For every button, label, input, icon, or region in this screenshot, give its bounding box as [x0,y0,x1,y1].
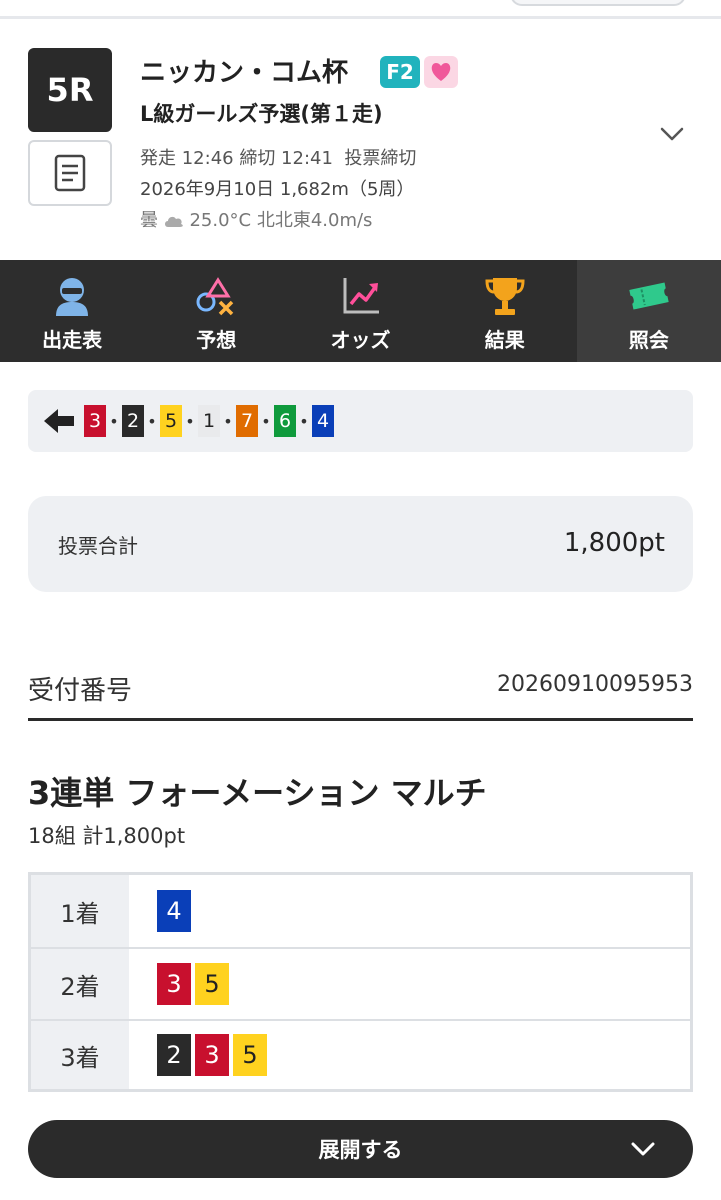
finish-order-strip: 3 • 2 • 5 • 1 • 7 • 6 • 4 [28,390,693,452]
vote-total-value: 1,800pt [563,528,665,558]
odds-chart-icon [339,274,383,318]
chevron-down-icon[interactable] [658,120,686,148]
weather-detail: 25.0°C 北北東4.0m/s [189,210,373,231]
finish-box-5: 7 [236,405,258,437]
race-date-distance: 2026年9月10日 1,682m（5周） [140,179,415,200]
start-deadline: 発走 12:46 締切 12:41 [140,148,333,169]
bet-number-box: 5 [233,1034,267,1076]
document-icon [54,154,86,192]
place-selections: 4 [129,875,690,947]
finish-box-7: 4 [312,405,334,437]
tab-entries[interactable]: 出走表 [0,260,144,362]
finish-box-4: 1 [198,405,220,437]
separator-dot: • [223,411,233,431]
tab-odds[interactable]: オッズ [288,260,432,362]
arrow-left-icon [44,409,74,433]
separator-dot: • [261,411,271,431]
bet-number-box: 3 [195,1034,229,1076]
race-subtitle: L級ガールズ予選(第１走) [140,102,383,126]
finish-box-3: 5 [160,405,182,437]
bet-type-title: 3連単 フォーメーション マルチ [28,774,487,812]
top-divider [0,16,721,19]
bet-number-box: 2 [157,1034,191,1076]
bet-formation-table: 1着 4 2着 3 5 3着 2 3 5 [28,872,693,1092]
chevron-down-icon [631,1142,655,1156]
race-document-button[interactable] [28,140,112,206]
ticket-icon [627,274,671,318]
place-selections: 3 5 [129,949,690,1019]
grade-tag: F2 [380,56,420,88]
tab-entries-label: 出走表 [42,328,103,352]
expand-button[interactable]: 展開する [28,1120,693,1178]
trophy-icon [483,274,527,318]
tab-result-label: 結果 [484,328,525,352]
bet-number-box: 5 [195,963,229,1005]
tab-inquiry[interactable]: 照会 [576,260,721,362]
rider-icon [50,274,94,318]
bet-summary: 18組 計1,800pt [28,824,186,848]
separator-dot: • [299,411,309,431]
place-label: 2着 [31,949,129,1019]
bet-number-box: 3 [157,963,191,1005]
heart-icon [424,56,458,88]
table-row: 3着 2 3 5 [31,1019,690,1089]
prediction-icon [194,274,238,318]
race-title: ニッカン・コム杯 [140,58,349,88]
tab-prediction[interactable]: 予想 [144,260,288,362]
top-control-fragment[interactable] [510,0,686,6]
receipt-number: 20260910095953 [497,672,693,697]
tab-odds-label: オッズ [330,328,391,352]
separator-dot: • [109,411,119,431]
weather-label: 曇 [140,210,158,231]
receipt-label: 受付番号 [28,676,133,706]
vote-total-card: 投票合計 1,800pt [28,496,693,592]
race-weather: 曇 25.0°C 北北東4.0m/s [140,206,372,232]
betting-status: 投票締切 [344,148,417,169]
receipt-divider [28,718,693,721]
finish-box-1: 3 [84,405,106,437]
finish-box-2: 2 [122,405,144,437]
tab-prediction-label: 予想 [196,328,237,352]
place-label: 3着 [31,1021,129,1089]
tab-inquiry-label: 照会 [628,328,669,352]
race-number: 5R [46,71,94,109]
vote-total-label: 投票合計 [58,534,138,558]
cloud-icon [164,216,183,227]
table-row: 1着 4 [31,875,690,947]
tab-result[interactable]: 結果 [433,260,577,362]
finish-box-6: 6 [274,405,296,437]
expand-button-label: 展開する [318,1138,403,1162]
race-number-badge: 5R [28,48,112,132]
bet-number-box: 4 [157,890,191,932]
separator-dot: • [185,411,195,431]
race-nav-tabs: 出走表 予想 オッズ 結果 照会 [0,260,721,362]
separator-dot: • [147,411,157,431]
place-label: 1着 [31,875,129,947]
race-time-info: 発走 12:46 締切 12:41 投票締切 [140,144,416,170]
place-selections: 2 3 5 [129,1021,690,1089]
table-row: 2着 3 5 [31,947,690,1019]
